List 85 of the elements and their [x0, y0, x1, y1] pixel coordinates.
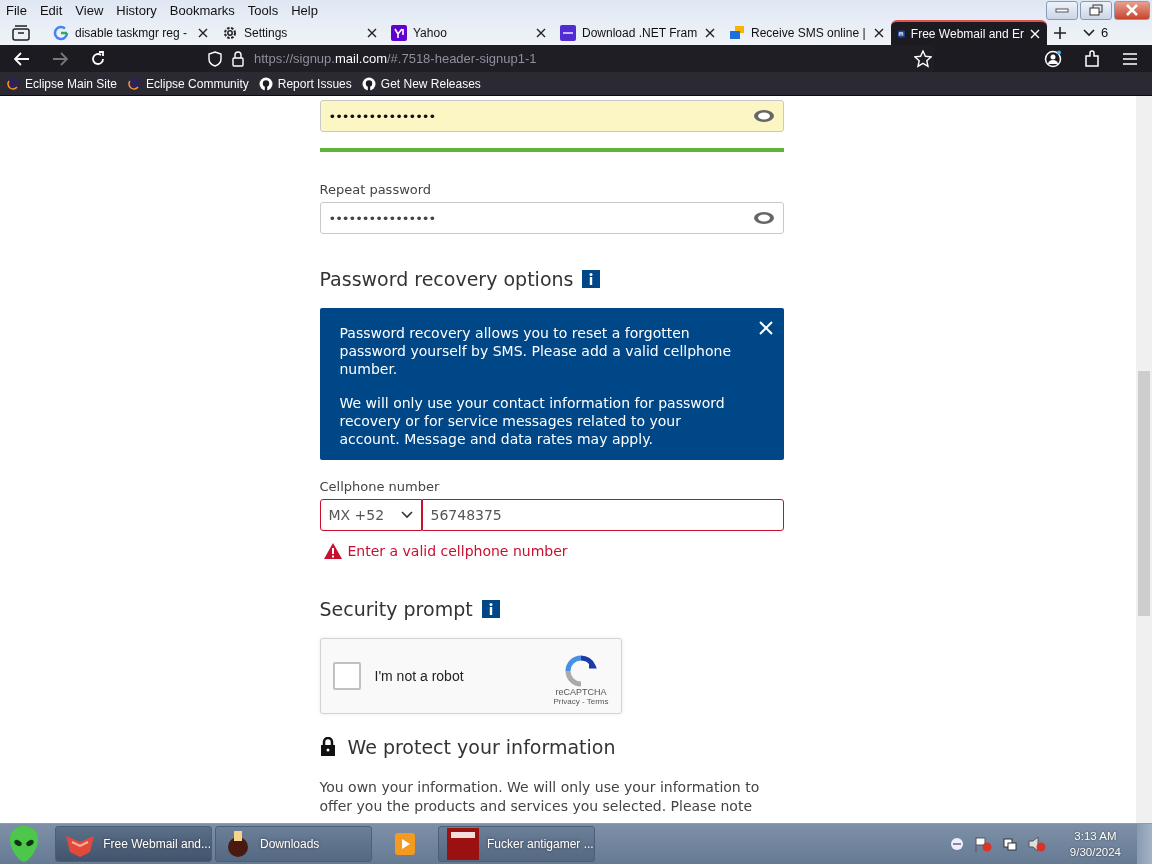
new-tab-icon[interactable] — [1053, 25, 1067, 40]
back-icon[interactable] — [14, 51, 30, 66]
google-icon — [53, 24, 69, 41]
section-heading: Password recovery options — [319, 268, 574, 290]
account-icon[interactable] — [1044, 49, 1062, 68]
media-player-icon — [392, 831, 418, 857]
menu-item[interactable]: View — [75, 2, 104, 18]
recaptcha-logo-icon — [565, 654, 597, 687]
section-heading: We protect your information — [347, 736, 616, 758]
puzzle-icon[interactable] — [1084, 49, 1100, 68]
close-tab-icon[interactable] — [367, 27, 377, 38]
menu-item[interactable]: Tools — [247, 2, 279, 18]
github-icon — [361, 76, 376, 91]
menu-item[interactable]: History — [116, 2, 157, 18]
field-label: Cellphone number — [319, 479, 441, 494]
field-label: Repeat password — [319, 182, 433, 197]
eclipse-icon — [127, 76, 142, 91]
lock-icon — [232, 50, 244, 67]
info-icon[interactable] — [582, 270, 601, 288]
eclipse-icon — [6, 76, 20, 91]
bookmark-star-icon[interactable] — [914, 49, 932, 68]
restore-icon — [1089, 4, 1103, 16]
tray-icon[interactable] — [949, 837, 964, 851]
taskbar-button[interactable]: Fucker antigamer ... — [438, 826, 595, 862]
close-tab-icon[interactable] — [536, 27, 546, 38]
info-paragraph: You own your information. We will only use your information to offer you the products and services you selected. Please note — [319, 778, 761, 816]
info-text: We will only use your contact information for password recovery or for service messages related to your account. Message and data rates may apply. — [339, 394, 726, 448]
scrollbar[interactable] — [1136, 96, 1152, 823]
captcha-brand: reCAPTCHA — [555, 686, 607, 697]
captcha-links[interactable]: Privacy - Terms — [553, 696, 609, 706]
github-icon — [258, 76, 273, 91]
restore-button[interactable] — [1080, 0, 1112, 20]
alien-icon[interactable] — [8, 825, 40, 863]
yahoo-icon — [391, 24, 407, 41]
browser-tab[interactable]: Download .NET Fram — [553, 20, 722, 45]
eye-icon[interactable] — [752, 109, 775, 123]
menu-item[interactable]: Bookmarks — [169, 2, 235, 18]
repeat-password-field[interactable]: •••••••••••••••• — [319, 202, 784, 234]
browser-tab[interactable]: Settings — [215, 20, 384, 45]
flag-icon[interactable] — [973, 836, 992, 852]
section-heading: Security prompt — [319, 598, 473, 620]
close-button[interactable] — [1114, 0, 1150, 20]
bookmark-item[interactable]: Get New Releases — [361, 76, 481, 91]
taskbar-button[interactable]: Downloads — [215, 826, 372, 862]
country-code-select[interactable]: MX +52 — [319, 499, 422, 531]
browser-tab[interactable]: Yahoo — [384, 20, 553, 45]
browser-tab[interactable]: disable taskmgr reg - — [46, 20, 215, 45]
eye-icon[interactable] — [752, 211, 775, 225]
forward-icon[interactable] — [52, 51, 68, 66]
close-tab-icon[interactable] — [874, 27, 884, 38]
menu-item[interactable]: File — [6, 2, 27, 18]
checkbox[interactable] — [332, 662, 361, 690]
chevron-down-icon — [1083, 28, 1095, 37]
shield-icon — [208, 50, 222, 67]
browser-tab[interactable]: Receive SMS online | — [722, 20, 891, 45]
password-field[interactable]: •••••••••••••••• — [319, 100, 784, 132]
close-icon — [1125, 4, 1139, 16]
bookmark-item[interactable]: Eclipse Community — [127, 76, 249, 91]
bookmark-item[interactable]: Eclipse Main Site — [6, 76, 118, 91]
menu-item[interactable]: Help — [291, 2, 318, 18]
app-icon — [447, 828, 479, 860]
info-text: Password recovery allows you to reset a forgotten password yourself by SMS. Please add a valid cellphone number. — [339, 324, 733, 378]
network-icon[interactable] — [1001, 836, 1018, 852]
gear-icon — [222, 24, 238, 41]
phone-input[interactable]: 56748375 — [421, 499, 784, 531]
error-message: Enter a valid cellphone number — [347, 543, 568, 559]
close-tab-icon[interactable] — [198, 27, 208, 38]
chevron-down-icon — [400, 511, 413, 519]
bookmark-item[interactable]: Report Issues — [258, 76, 352, 91]
lock-icon — [319, 737, 336, 757]
menu-icon[interactable] — [1122, 51, 1138, 66]
clock[interactable]: 3:13 AM 9/30/2024 — [1069, 828, 1121, 860]
close-tab-icon[interactable] — [705, 27, 715, 38]
close-icon[interactable] — [758, 321, 773, 335]
tab-count-button[interactable]: 6 — [1083, 25, 1109, 40]
warning-icon — [322, 542, 343, 560]
minimize-icon — [1055, 6, 1069, 14]
browser-tab[interactable]: Free Webmail and Er — [891, 20, 1047, 45]
tab-list-icon[interactable] — [12, 24, 30, 41]
taskbar-button[interactable]: Free Webmail and... — [55, 826, 212, 862]
menu-item[interactable]: Edit — [39, 2, 63, 18]
captcha-label: I'm not a robot — [374, 668, 464, 684]
reload-icon[interactable] — [90, 50, 106, 67]
speaker-icon[interactable] — [1027, 836, 1046, 852]
info-icon[interactable] — [481, 600, 500, 618]
